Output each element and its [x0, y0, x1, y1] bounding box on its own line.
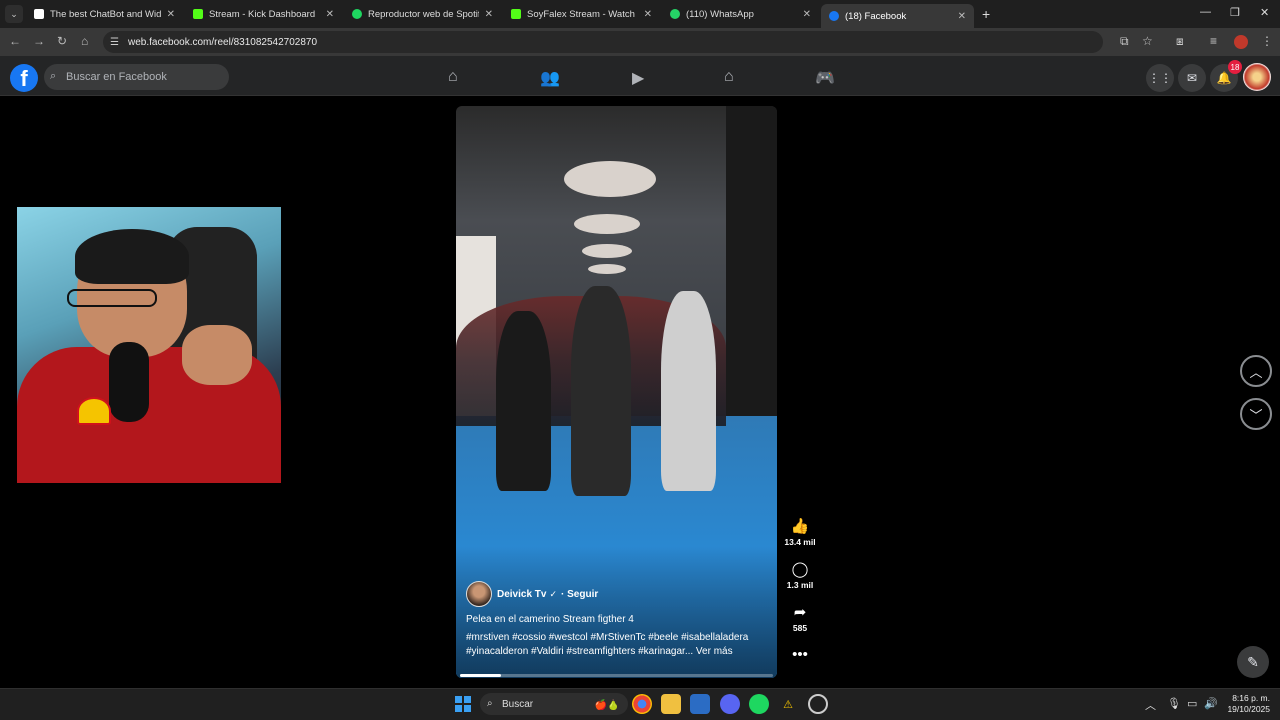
- comment-icon: ◯: [791, 561, 809, 578]
- site-info-icon[interactable]: ☰: [110, 37, 119, 48]
- network-icon[interactable]: ▭: [1187, 697, 1197, 710]
- facebook-favicon-icon: [829, 11, 839, 21]
- new-message-button[interactable]: ✎: [1237, 646, 1269, 678]
- file-explorer-icon[interactable]: [661, 694, 681, 714]
- person-figure: [496, 311, 551, 491]
- url-bar[interactable]: web.facebook.com/reel/831082542702870: [103, 31, 1103, 53]
- close-tab-icon[interactable]: ✕: [485, 9, 493, 20]
- reel-caption: Pelea en el camerino Stream figther 4: [466, 614, 634, 625]
- streamer-glasses: [67, 289, 157, 307]
- chrome-icon[interactable]: [632, 694, 652, 714]
- profile-avatar-icon[interactable]: [1234, 35, 1248, 49]
- chevron-up-icon: ︿: [1249, 364, 1263, 380]
- tab-soyfalex-stream[interactable]: SoyFalex Stream - Watch Live o ✕: [503, 4, 660, 24]
- spotify-icon[interactable]: [749, 694, 769, 714]
- author-avatar[interactable]: [466, 581, 492, 607]
- close-tab-icon[interactable]: ✕: [326, 9, 334, 20]
- facebook-logo[interactable]: f: [10, 64, 38, 92]
- home-browser-icon[interactable]: ⌂: [81, 34, 88, 48]
- bookmark-star-icon[interactable]: ☆: [1142, 34, 1153, 48]
- kick-favicon-icon: [193, 9, 203, 19]
- tab-chatbot[interactable]: The best ChatBot and Widgets ✕: [26, 4, 183, 24]
- ceiling-light: [582, 244, 632, 258]
- search-icon: ⌕: [487, 698, 493, 709]
- person-figure: [571, 286, 631, 496]
- close-window-icon[interactable]: ✕: [1260, 6, 1269, 19]
- more-options-button[interactable]: •••: [782, 646, 818, 663]
- tab-spotify[interactable]: Reproductor web de Spotify: m ✕: [344, 4, 501, 24]
- compose-icon: ✎: [1247, 653, 1259, 670]
- video-icon[interactable]: ▶: [632, 68, 644, 88]
- tray-chevron-icon[interactable]: ︿: [1145, 697, 1156, 713]
- microphone: [109, 342, 149, 422]
- chatbot-favicon-icon: [34, 9, 44, 19]
- streamer-hair: [75, 229, 189, 284]
- comment-button[interactable]: ◯ 1.3 mil: [782, 560, 818, 590]
- system-clock[interactable]: 8:16 p. m. 19/10/2025: [1222, 693, 1270, 715]
- store-icon[interactable]: [690, 694, 710, 714]
- new-tab-button[interactable]: +: [982, 6, 990, 22]
- media-controls-icon[interactable]: ≡: [1210, 34, 1217, 48]
- kick-favicon-icon: [511, 9, 521, 19]
- next-reel-button[interactable]: ﹀: [1240, 398, 1272, 430]
- spotify-favicon-icon: [352, 9, 362, 19]
- shell-logo: [77, 397, 111, 425]
- share-button[interactable]: ➦ 585: [782, 603, 818, 633]
- streamer-hand: [182, 325, 252, 385]
- ceiling-light: [588, 264, 626, 274]
- account-avatar[interactable]: [1243, 63, 1271, 91]
- reel-progress-bar[interactable]: [460, 674, 773, 677]
- extensions-icon[interactable]: ⧆: [1176, 34, 1184, 49]
- previous-reel-button[interactable]: ︿: [1240, 355, 1272, 387]
- close-tab-icon[interactable]: ✕: [803, 9, 811, 20]
- facebook-search-input[interactable]: Buscar en Facebook: [44, 64, 229, 90]
- home-icon[interactable]: ⌂: [448, 68, 458, 86]
- browser-menu-icon[interactable]: ⋮: [1261, 34, 1273, 48]
- microphone-tray-icon[interactable]: 🎙: [1167, 697, 1181, 710]
- discord-icon[interactable]: [720, 694, 740, 714]
- verified-icon: ✓: [549, 588, 558, 599]
- tab-search-icon[interactable]: ⌄: [5, 5, 23, 23]
- chevron-down-icon: ﹀: [1249, 407, 1263, 423]
- share-icon: ➦: [793, 604, 807, 621]
- search-icon: ⌕: [50, 70, 57, 82]
- ceiling-light: [564, 161, 656, 197]
- restore-icon[interactable]: ❐: [1230, 6, 1240, 19]
- steam-icon[interactable]: [808, 694, 828, 714]
- back-icon[interactable]: ←: [9, 34, 21, 48]
- friends-icon[interactable]: 👥: [540, 68, 560, 88]
- reel-hashtags[interactable]: #mrstiven #cossio #westcol #MrStivenTc #…: [466, 631, 766, 659]
- follow-link[interactable]: · Seguir: [561, 589, 598, 600]
- messenger-icon[interactable]: ✉: [1178, 64, 1206, 92]
- close-tab-icon[interactable]: ✕: [958, 11, 966, 22]
- volume-icon[interactable]: 🔊: [1204, 697, 1218, 710]
- reload-icon[interactable]: ↻: [57, 34, 67, 48]
- whatsapp-favicon-icon: [670, 9, 680, 19]
- menu-grid-icon[interactable]: ⋮⋮: [1146, 64, 1174, 92]
- webcam-overlay: [17, 207, 281, 483]
- ceiling-light: [574, 214, 640, 234]
- close-tab-icon[interactable]: ✕: [644, 9, 652, 20]
- warning-app-icon[interactable]: ⚠: [778, 694, 798, 714]
- reel-author[interactable]: Deivick Tv ✓ · Seguir: [466, 581, 598, 607]
- fruit-widget-icon[interactable]: 🍎🍐: [590, 695, 624, 715]
- gaming-icon[interactable]: 🎮: [815, 68, 835, 88]
- like-button[interactable]: 👍 13.4 mil: [782, 517, 818, 547]
- more-dots-icon: •••: [792, 646, 808, 663]
- marketplace-icon[interactable]: ⌂: [724, 68, 734, 86]
- install-app-icon[interactable]: ⧉: [1120, 34, 1129, 49]
- start-button[interactable]: [455, 696, 471, 712]
- thumbs-up-icon: 👍: [790, 518, 810, 535]
- close-tab-icon[interactable]: ✕: [167, 9, 175, 20]
- tab-whatsapp[interactable]: (110) WhatsApp ✕: [662, 4, 819, 24]
- reel-progress-fill: [460, 674, 501, 677]
- person-figure: [661, 291, 716, 491]
- notification-badge: 18: [1228, 60, 1242, 74]
- forward-icon[interactable]: →: [33, 34, 45, 48]
- tab-facebook[interactable]: (18) Facebook ✕: [821, 4, 974, 28]
- tab-kick-dashboard[interactable]: Stream - Kick Dashboard ✕: [185, 4, 342, 24]
- minimize-icon[interactable]: —: [1200, 6, 1211, 18]
